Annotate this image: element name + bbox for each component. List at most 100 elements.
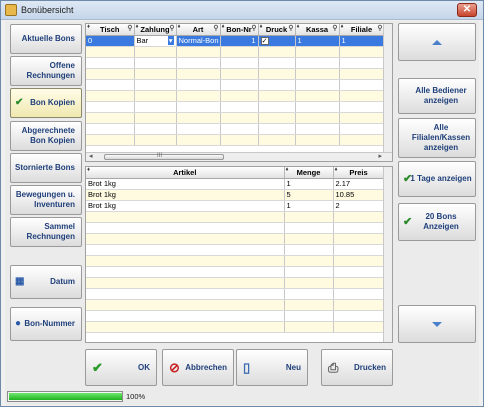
- dropdown-icon[interactable]: ▾: [167, 36, 174, 45]
- menu-bon-nummer[interactable]: ● Bon-Nummer: [10, 307, 82, 341]
- cell-art: Normal-Bon: [176, 35, 221, 47]
- app-icon: [5, 4, 17, 16]
- button-label: Drucken: [353, 363, 386, 372]
- bons-count-button[interactable]: ✔ 20 Bons Anzeigen: [398, 203, 476, 241]
- menu-offene-rechnungen[interactable]: Offene Rechnungen: [10, 56, 82, 86]
- cancel-icon: ⊘: [169, 359, 180, 375]
- checkbox-icon[interactable]: ✓: [260, 37, 269, 45]
- menu-abgerechnete-bon-kopien[interactable]: Abgerechnete Bon Kopien: [10, 121, 82, 151]
- cell-zahlung[interactable]: Bar ▾: [134, 35, 177, 47]
- bonuebersicht-window: Bonübersicht ✕ Aktuelle Bons Offene Rech…: [0, 0, 484, 407]
- all-waiters-button[interactable]: Alle Bediener anzeigen: [398, 78, 476, 114]
- table-row[interactable]: 0 Bar ▾ Normal-Bon 1 ✓ 1 1: [86, 35, 385, 47]
- list-item[interactable]: Brot 1kg 5 10.85: [86, 189, 385, 201]
- cell-artikel: Brot 1kg: [86, 178, 285, 190]
- scroll-right-icon[interactable]: ▸: [378, 152, 382, 160]
- table-row: [86, 90, 385, 102]
- check-icon: ✔: [92, 359, 103, 375]
- cell-menge: 1: [284, 200, 334, 212]
- menu-datum[interactable]: ▦ Datum: [10, 265, 82, 299]
- arrow-up-icon: [432, 39, 442, 45]
- cell-druck[interactable]: ✓: [258, 35, 296, 47]
- close-button[interactable]: ✕: [457, 3, 477, 17]
- button-label: 20 Bons Anzeigen: [423, 212, 459, 231]
- col-preis[interactable]: ♦ Preis: [333, 167, 385, 179]
- menu-label: Datum: [50, 277, 75, 286]
- list-item: [86, 277, 385, 289]
- button-label: Abbrechen: [185, 363, 227, 372]
- menu-bewegungen-inventuren[interactable]: Bewegungen u. Inventuren: [10, 185, 82, 215]
- cell-artikel: Brot 1kg: [86, 189, 285, 201]
- menu-label: Bon Kopien: [30, 98, 75, 107]
- list-item: [86, 288, 385, 300]
- col-zahlung[interactable]: ♦ Zahlung ⚲: [134, 24, 177, 36]
- scroll-left-icon[interactable]: ◂: [89, 152, 93, 160]
- all-branches-button[interactable]: Alle Filialen/Kassen anzeigen: [398, 118, 476, 158]
- scroll-down-button[interactable]: [398, 305, 476, 343]
- cell-menge: 1: [284, 178, 334, 190]
- cell-kassa: 1: [295, 35, 340, 47]
- table-row: [86, 134, 385, 146]
- new-document-icon: ▯: [243, 359, 251, 375]
- table-row: [86, 68, 385, 80]
- cell-bon-nr: 1: [220, 35, 259, 47]
- col-art[interactable]: ♦ Art ⚲: [176, 24, 221, 36]
- col-kassa[interactable]: ♦ Kassa ⚲: [295, 24, 340, 36]
- col-bon-nr[interactable]: ♦ Bon-Nr ⚲: [220, 24, 259, 36]
- table-row: [86, 123, 385, 135]
- button-label: Neu: [285, 363, 301, 372]
- list-item: [86, 233, 385, 245]
- button-label: Alle Filialen/Kassen anzeigen: [411, 123, 471, 152]
- list-item: [86, 211, 385, 223]
- list-item[interactable]: Brot 1kg 1 2: [86, 200, 385, 212]
- menu-stornierte-bons[interactable]: Stornierte Bons: [10, 153, 82, 183]
- menu-bon-kopien[interactable]: ✔ Bon Kopien: [10, 88, 82, 118]
- col-artikel[interactable]: ♦ Artikel: [86, 167, 285, 179]
- list-item: [86, 299, 385, 311]
- ok-button[interactable]: ✔ OK: [85, 349, 157, 386]
- cell-preis: 10.85: [333, 189, 385, 201]
- col-filiale[interactable]: ♦ Filiale ⚲: [339, 24, 385, 36]
- button-label: 1 Tage anzeigen: [410, 174, 472, 183]
- days-filter-button[interactable]: ✔ 1 Tage anzeigen: [398, 161, 476, 197]
- list-item[interactable]: Brot 1kg 1 2.17: [86, 178, 385, 190]
- menu-label: Offene Rechnungen: [26, 61, 75, 80]
- list-item: [86, 266, 385, 278]
- new-button[interactable]: ▯ Neu: [236, 349, 308, 386]
- menu-label: Bon-Nummer: [24, 319, 75, 328]
- cell-preis: 2: [333, 200, 385, 212]
- article-grid-vertical-scrollbar[interactable]: [383, 167, 392, 342]
- check-icon: ✔: [403, 216, 413, 228]
- window-title: Bonübersicht: [21, 5, 74, 15]
- col-menge[interactable]: ♦ Menge: [284, 167, 334, 179]
- scroll-thumb[interactable]: III: [104, 153, 224, 160]
- print-button[interactable]: ⎙ Drucken: [321, 349, 393, 386]
- scroll-up-button[interactable]: [398, 23, 476, 61]
- list-item: [86, 222, 385, 234]
- bon-grid-vertical-scrollbar[interactable]: [383, 24, 392, 154]
- menu-label: Sammel Rechnungen: [26, 222, 75, 241]
- article-grid-header: ♦ Artikel ♦ Menge ♦ Preis: [86, 167, 385, 179]
- cell-preis: 2.17: [333, 178, 385, 190]
- list-item: [86, 244, 385, 256]
- menu-sammel-rechnungen[interactable]: Sammel Rechnungen: [10, 217, 82, 247]
- bon-grid-horizontal-scrollbar[interactable]: ◂ III ▸: [86, 152, 392, 161]
- bon-grid: ♦ Tisch ⚲ ♦ Zahlung ⚲ ♦ Art ⚲ ♦ Bon-Nr ⚲ ♦ Druck ⚲…: [85, 23, 393, 162]
- col-tisch[interactable]: ♦ Tisch ⚲: [86, 24, 135, 36]
- menu-aktuelle-bons[interactable]: Aktuelle Bons: [10, 24, 82, 54]
- main-content: Aktuelle Bons Offene Rechnungen ✔ Bon Ko…: [5, 21, 479, 405]
- progress-label: 100%: [126, 392, 146, 401]
- title-bar: Bonübersicht ✕: [1, 1, 483, 20]
- cancel-button[interactable]: ⊘ Abbrechen: [162, 349, 234, 386]
- progress-bar: [7, 391, 123, 402]
- arrow-down-icon: [432, 321, 442, 327]
- cell-menge: 5: [284, 189, 334, 201]
- list-item: [86, 310, 385, 322]
- table-row: [86, 57, 385, 69]
- col-druck[interactable]: ♦ Druck ⚲: [258, 24, 296, 36]
- menu-label: Abgerechnete Bon Kopien: [21, 126, 75, 145]
- bon-grid-header: ♦ Tisch ⚲ ♦ Zahlung ⚲ ♦ Art ⚲ ♦ Bon-Nr ⚲ ♦ Druck ⚲…: [86, 24, 385, 36]
- table-row: [86, 112, 385, 124]
- cell-artikel: Brot 1kg: [86, 200, 285, 212]
- printer-icon: ⎙: [328, 359, 339, 375]
